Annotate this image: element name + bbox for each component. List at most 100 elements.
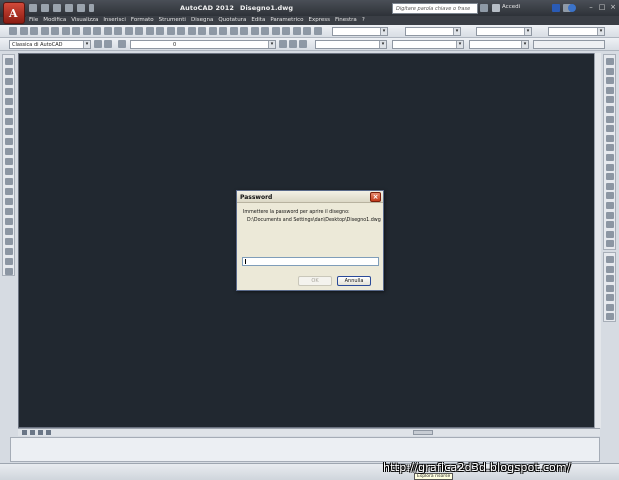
first-layout-icon[interactable] bbox=[22, 430, 27, 435]
plot-style-dropdown[interactable] bbox=[533, 40, 605, 49]
order-tool-icon[interactable] bbox=[606, 294, 614, 301]
standard-tool-icon[interactable] bbox=[20, 27, 28, 35]
dialog-close-button[interactable]: × bbox=[370, 192, 381, 202]
user-icon[interactable] bbox=[492, 4, 500, 12]
cancel-button[interactable]: Annulla bbox=[337, 276, 371, 286]
standard-tool-icon[interactable] bbox=[198, 27, 206, 35]
draw-tool-icon[interactable] bbox=[5, 188, 13, 195]
exchange-icon[interactable] bbox=[552, 4, 560, 12]
standard-tool-icon[interactable] bbox=[240, 27, 248, 35]
close-button[interactable]: × bbox=[608, 3, 618, 12]
modify-tool-icon[interactable] bbox=[606, 173, 614, 181]
modify-tool-icon[interactable] bbox=[606, 230, 614, 238]
modify-tool-icon[interactable] bbox=[606, 115, 614, 123]
maximize-button[interactable]: □ bbox=[597, 3, 607, 12]
draw-tool-icon[interactable] bbox=[5, 58, 13, 65]
standard-tool-icon[interactable] bbox=[104, 27, 112, 35]
standard-tool-icon[interactable] bbox=[41, 27, 49, 35]
standard-tool-icon[interactable] bbox=[93, 27, 101, 35]
standard-tool-icon[interactable] bbox=[188, 27, 196, 35]
modify-tool-icon[interactable] bbox=[606, 221, 614, 229]
signin-button[interactable]: Accedi bbox=[502, 4, 520, 10]
draw-tool-icon[interactable] bbox=[5, 248, 13, 255]
next-layout-icon[interactable] bbox=[38, 430, 43, 435]
open-icon[interactable] bbox=[41, 4, 49, 12]
modify-tool-icon[interactable] bbox=[606, 96, 614, 104]
menu-item[interactable]: Edita bbox=[251, 16, 270, 25]
draw-tool-icon[interactable] bbox=[5, 258, 13, 265]
standard-tool-icon[interactable] bbox=[230, 27, 238, 35]
layer-tool-icon[interactable] bbox=[289, 40, 297, 48]
standard-tool-icon[interactable] bbox=[125, 27, 133, 35]
menu-item[interactable]: Visualizza bbox=[71, 16, 103, 25]
layer-tool-icon[interactable] bbox=[94, 40, 102, 48]
lineweight-dropdown[interactable]: ▾ bbox=[469, 40, 529, 49]
help-icon[interactable] bbox=[568, 4, 576, 12]
search-icon[interactable] bbox=[480, 4, 488, 12]
password-input[interactable] bbox=[242, 257, 379, 266]
draw-tool-icon[interactable] bbox=[5, 228, 13, 235]
order-tool-icon[interactable] bbox=[606, 284, 614, 292]
standard-tool-icon[interactable] bbox=[146, 27, 154, 35]
standard-tool-icon[interactable] bbox=[135, 27, 143, 35]
draw-tool-icon[interactable] bbox=[5, 108, 13, 115]
menu-item[interactable]: Express bbox=[309, 16, 335, 25]
last-layout-icon[interactable] bbox=[46, 430, 51, 435]
standard-tool-icon[interactable] bbox=[219, 27, 227, 35]
new-icon[interactable] bbox=[29, 4, 37, 12]
menu-item[interactable]: ? bbox=[362, 16, 370, 25]
order-tool-icon[interactable] bbox=[606, 256, 614, 263]
modify-tool-icon[interactable] bbox=[606, 163, 614, 171]
modify-tool-icon[interactable] bbox=[606, 134, 614, 142]
horizontal-scrollbar[interactable] bbox=[413, 430, 433, 435]
standard-tool-icon[interactable] bbox=[177, 27, 185, 35]
linetype-dropdown[interactable]: ▾ bbox=[392, 40, 464, 49]
chevron-down-icon[interactable] bbox=[89, 4, 94, 12]
menu-item[interactable]: Modifica bbox=[43, 16, 71, 25]
vertical-scrollbar[interactable] bbox=[594, 53, 601, 428]
layer-tool-icon[interactable] bbox=[279, 40, 287, 48]
standard-tool-icon[interactable] bbox=[303, 27, 311, 35]
draw-tool-icon[interactable] bbox=[5, 238, 13, 245]
modify-tool-icon[interactable] bbox=[606, 67, 614, 75]
draw-tool-icon[interactable] bbox=[5, 98, 13, 105]
menu-item[interactable]: Inserisci bbox=[103, 16, 131, 25]
command-line[interactable] bbox=[10, 437, 600, 462]
modify-tool-icon[interactable] bbox=[606, 240, 614, 248]
standard-tool-icon[interactable] bbox=[62, 27, 70, 35]
standard-tool-icon[interactable] bbox=[72, 27, 80, 35]
draw-tool-icon[interactable] bbox=[5, 198, 13, 205]
modify-tool-icon[interactable] bbox=[606, 192, 614, 200]
standard-tool-icon[interactable] bbox=[272, 27, 280, 35]
modify-tool-icon[interactable] bbox=[606, 144, 614, 152]
undo-icon[interactable] bbox=[65, 4, 73, 12]
search-input[interactable]: Digitare parola chiave o frase bbox=[392, 3, 478, 14]
color-dropdown[interactable]: ▾ bbox=[315, 40, 387, 49]
draw-tool-icon[interactable] bbox=[5, 268, 13, 275]
text-style-dropdown[interactable]: ▾ bbox=[332, 27, 388, 36]
menu-item[interactable]: Strumenti bbox=[159, 16, 191, 25]
draw-tool-icon[interactable] bbox=[5, 158, 13, 165]
modify-tool-icon[interactable] bbox=[606, 86, 614, 94]
draw-tool-icon[interactable] bbox=[5, 208, 13, 215]
modify-tool-icon[interactable] bbox=[606, 154, 614, 161]
draw-tool-icon[interactable] bbox=[5, 78, 13, 85]
order-tool-icon[interactable] bbox=[606, 303, 614, 311]
order-tool-icon[interactable] bbox=[606, 313, 614, 320]
draw-tool-icon[interactable] bbox=[5, 128, 13, 135]
order-tool-icon[interactable] bbox=[606, 275, 614, 282]
standard-tool-icon[interactable] bbox=[156, 27, 164, 35]
standard-tool-icon[interactable] bbox=[293, 27, 301, 35]
layer-dropdown[interactable]: 0 ▾ bbox=[130, 40, 276, 49]
modify-tool-icon[interactable] bbox=[606, 202, 614, 209]
standard-tool-icon[interactable] bbox=[314, 27, 322, 35]
standard-tool-icon[interactable] bbox=[282, 27, 290, 35]
ok-button[interactable]: OK bbox=[298, 276, 332, 286]
layer-tool-icon[interactable] bbox=[104, 40, 112, 48]
order-tool-icon[interactable] bbox=[606, 265, 614, 273]
dim-style-dropdown[interactable]: ▾ bbox=[405, 27, 461, 36]
table-style-dropdown[interactable]: ▾ bbox=[476, 27, 532, 36]
draw-tool-icon[interactable] bbox=[5, 88, 13, 95]
modify-tool-icon[interactable] bbox=[606, 77, 614, 85]
draw-tool-icon[interactable] bbox=[5, 148, 13, 155]
